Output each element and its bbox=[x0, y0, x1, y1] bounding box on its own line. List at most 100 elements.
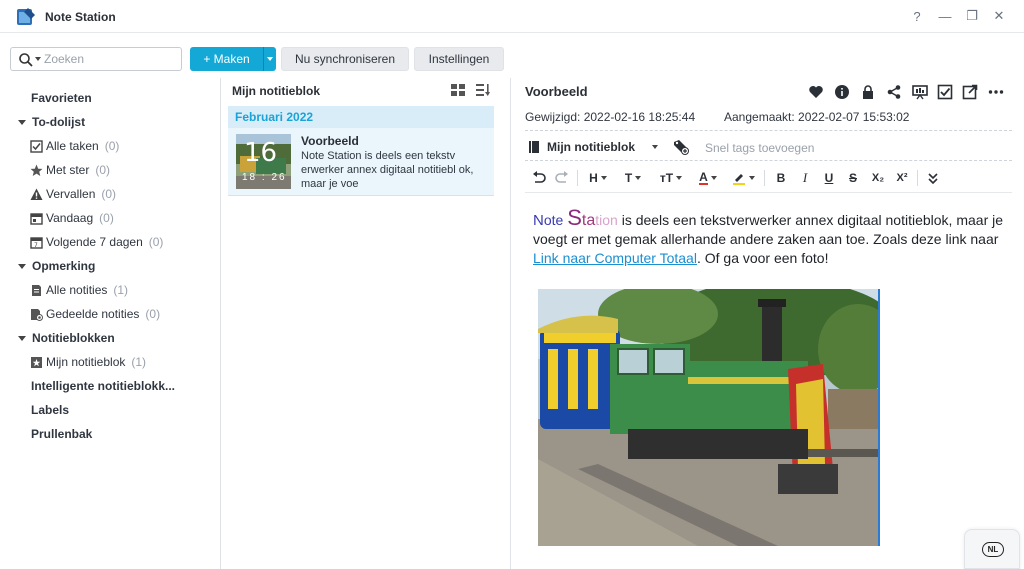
checkbox-icon bbox=[30, 139, 43, 153]
list-divider bbox=[510, 78, 511, 569]
sidebar-item-trash[interactable]: Prullenbak bbox=[31, 423, 92, 445]
sidebar-group-label: Notitieblokken bbox=[32, 331, 115, 345]
expand-toolbar-icon[interactable] bbox=[925, 169, 941, 187]
sort-icon[interactable] bbox=[476, 84, 490, 96]
collapse-arrow-icon[interactable] bbox=[18, 335, 26, 341]
close-icon[interactable]: ✕ bbox=[988, 6, 1010, 26]
sidebar-item-labels[interactable]: Labels bbox=[31, 399, 69, 421]
sidebar-item-label: Met ster bbox=[46, 163, 90, 177]
info-icon[interactable] bbox=[834, 84, 850, 100]
font-size-button[interactable]: тT bbox=[657, 169, 685, 187]
sidebar-item-label: Vervallen bbox=[46, 187, 96, 201]
search-icon[interactable] bbox=[18, 52, 34, 68]
sidebar-item-all-notes[interactable]: Alle notities (1) bbox=[30, 279, 128, 301]
sidebar-item-my-notebook[interactable]: Mijn notitieblok (1) bbox=[30, 351, 146, 373]
train-photo bbox=[538, 289, 878, 546]
divider bbox=[525, 130, 1012, 131]
search-box[interactable] bbox=[10, 47, 182, 71]
sidebar-group-notebooks[interactable]: Notitieblokken bbox=[18, 327, 115, 349]
sidebar-item-all-tasks[interactable]: Alle taken (0) bbox=[30, 135, 119, 157]
grid-view-icon[interactable] bbox=[451, 84, 465, 96]
sidebar-item-smart-notebooks[interactable]: Intelligente notitieblokk... bbox=[31, 375, 175, 397]
redo-icon[interactable] bbox=[554, 169, 570, 187]
superscript-button[interactable]: X² bbox=[893, 169, 911, 187]
sidebar-item-count: (1) bbox=[113, 283, 129, 297]
text-color-button[interactable]: A bbox=[695, 169, 721, 187]
sidebar-item-next-7-days[interactable]: 7 Volgende 7 dagen (0) bbox=[30, 231, 163, 253]
notebook-icon bbox=[31, 356, 42, 368]
created-date: Aangemaakt: 2022-02-07 15:53:02 bbox=[724, 110, 910, 124]
language-badge: NL bbox=[982, 542, 1004, 557]
strikethrough-button[interactable]: S bbox=[845, 169, 861, 187]
notebook-selector[interactable]: Mijn notitieblok bbox=[547, 140, 635, 154]
sidebar-item-label: Prullenbak bbox=[31, 427, 93, 441]
share-icon[interactable] bbox=[886, 84, 902, 100]
sidebar-divider bbox=[220, 78, 221, 569]
heading-label: H bbox=[589, 171, 598, 185]
sidebar-item-label: Alle taken bbox=[46, 139, 99, 153]
lock-icon[interactable] bbox=[860, 84, 876, 100]
sidebar-item-label: Vandaag bbox=[46, 211, 94, 225]
note-station-logo-icon bbox=[17, 8, 35, 25]
toolbar-divider bbox=[917, 170, 918, 186]
sidebar-group-notes[interactable]: Opmerking bbox=[18, 255, 95, 277]
chevron-down-icon bbox=[600, 176, 607, 180]
sidebar-item-count: (0) bbox=[95, 163, 111, 177]
note-list-title: Mijn notitieblok bbox=[232, 84, 320, 98]
minimize-icon[interactable]: — bbox=[934, 6, 956, 26]
italic-button[interactable]: I bbox=[797, 169, 813, 187]
editor-title[interactable]: Voorbeeld bbox=[525, 84, 588, 99]
calendar-week-icon: 7 bbox=[30, 236, 43, 249]
body-link[interactable]: Link naar Computer Totaal bbox=[533, 250, 697, 266]
sidebar-item-shared-notes[interactable]: Gedeelde notities (0) bbox=[30, 303, 160, 325]
underline-button[interactable]: U bbox=[821, 169, 837, 187]
search-input[interactable] bbox=[44, 51, 174, 67]
note-list-item[interactable]: 16 18 : 26 Voorbeeld Note Station is dee… bbox=[228, 128, 494, 196]
todo-checkbox-icon[interactable] bbox=[937, 84, 953, 100]
divider bbox=[525, 160, 1012, 161]
subscript-button[interactable]: X₂ bbox=[869, 169, 887, 187]
sidebar-item-count: (0) bbox=[101, 187, 117, 201]
presentation-icon[interactable] bbox=[912, 84, 928, 100]
note-image[interactable] bbox=[538, 289, 880, 546]
chevron-down-icon[interactable] bbox=[652, 145, 658, 149]
toolbar-divider bbox=[577, 170, 578, 186]
chevron-down-icon bbox=[748, 176, 755, 180]
sidebar-item-today[interactable]: Vandaag (0) bbox=[30, 207, 114, 229]
font-button[interactable]: T bbox=[621, 169, 645, 187]
search-options-caret-icon[interactable] bbox=[35, 57, 41, 61]
collapse-arrow-icon[interactable] bbox=[18, 119, 26, 125]
body-text: . Of ga voor een foto! bbox=[696, 250, 829, 266]
tags-input[interactable]: Snel tags toevoegen bbox=[705, 141, 814, 155]
highlight-button[interactable] bbox=[730, 169, 756, 187]
bold-button[interactable]: B bbox=[773, 169, 789, 187]
language-button[interactable]: NL bbox=[964, 529, 1020, 569]
svg-text:7: 7 bbox=[34, 242, 38, 249]
font-label: T bbox=[624, 171, 633, 185]
restore-icon[interactable]: ❐ bbox=[961, 6, 983, 26]
thumbnail-time: 18 : 26 bbox=[242, 172, 287, 183]
sidebar-item-starred[interactable]: Met ster (0) bbox=[30, 159, 110, 181]
sidebar-item-count: (1) bbox=[131, 355, 147, 369]
sync-button[interactable]: Nu synchroniseren bbox=[281, 47, 409, 71]
highlighter-icon bbox=[732, 174, 745, 185]
styled-text: N bbox=[533, 212, 544, 229]
font-size-label: тT bbox=[659, 171, 674, 185]
settings-button[interactable]: Instellingen bbox=[414, 47, 504, 71]
sidebar-item-overdue[interactable]: Vervallen (0) bbox=[30, 183, 116, 205]
collapse-arrow-icon[interactable] bbox=[18, 263, 26, 269]
create-dropdown-button[interactable] bbox=[263, 47, 276, 71]
create-button[interactable]: + Maken bbox=[190, 47, 263, 71]
sidebar-item-favorites[interactable]: Favorieten bbox=[31, 87, 92, 109]
undo-icon[interactable] bbox=[531, 169, 547, 187]
open-in-window-icon[interactable] bbox=[962, 84, 978, 100]
sidebar-item-label: Mijn notitieblok bbox=[46, 355, 126, 369]
sidebar-group-todo[interactable]: To-dolijst bbox=[18, 111, 85, 133]
help-icon[interactable]: ? bbox=[906, 6, 928, 26]
month-group-header: Februari 2022 bbox=[228, 106, 494, 128]
more-options-icon[interactable] bbox=[988, 84, 1004, 100]
heart-icon[interactable] bbox=[808, 84, 824, 100]
heading-button[interactable]: H bbox=[586, 169, 610, 187]
add-tag-icon[interactable] bbox=[673, 139, 689, 155]
note-body[interactable]: Note Station is deels een tekstverwerker… bbox=[533, 207, 1011, 268]
